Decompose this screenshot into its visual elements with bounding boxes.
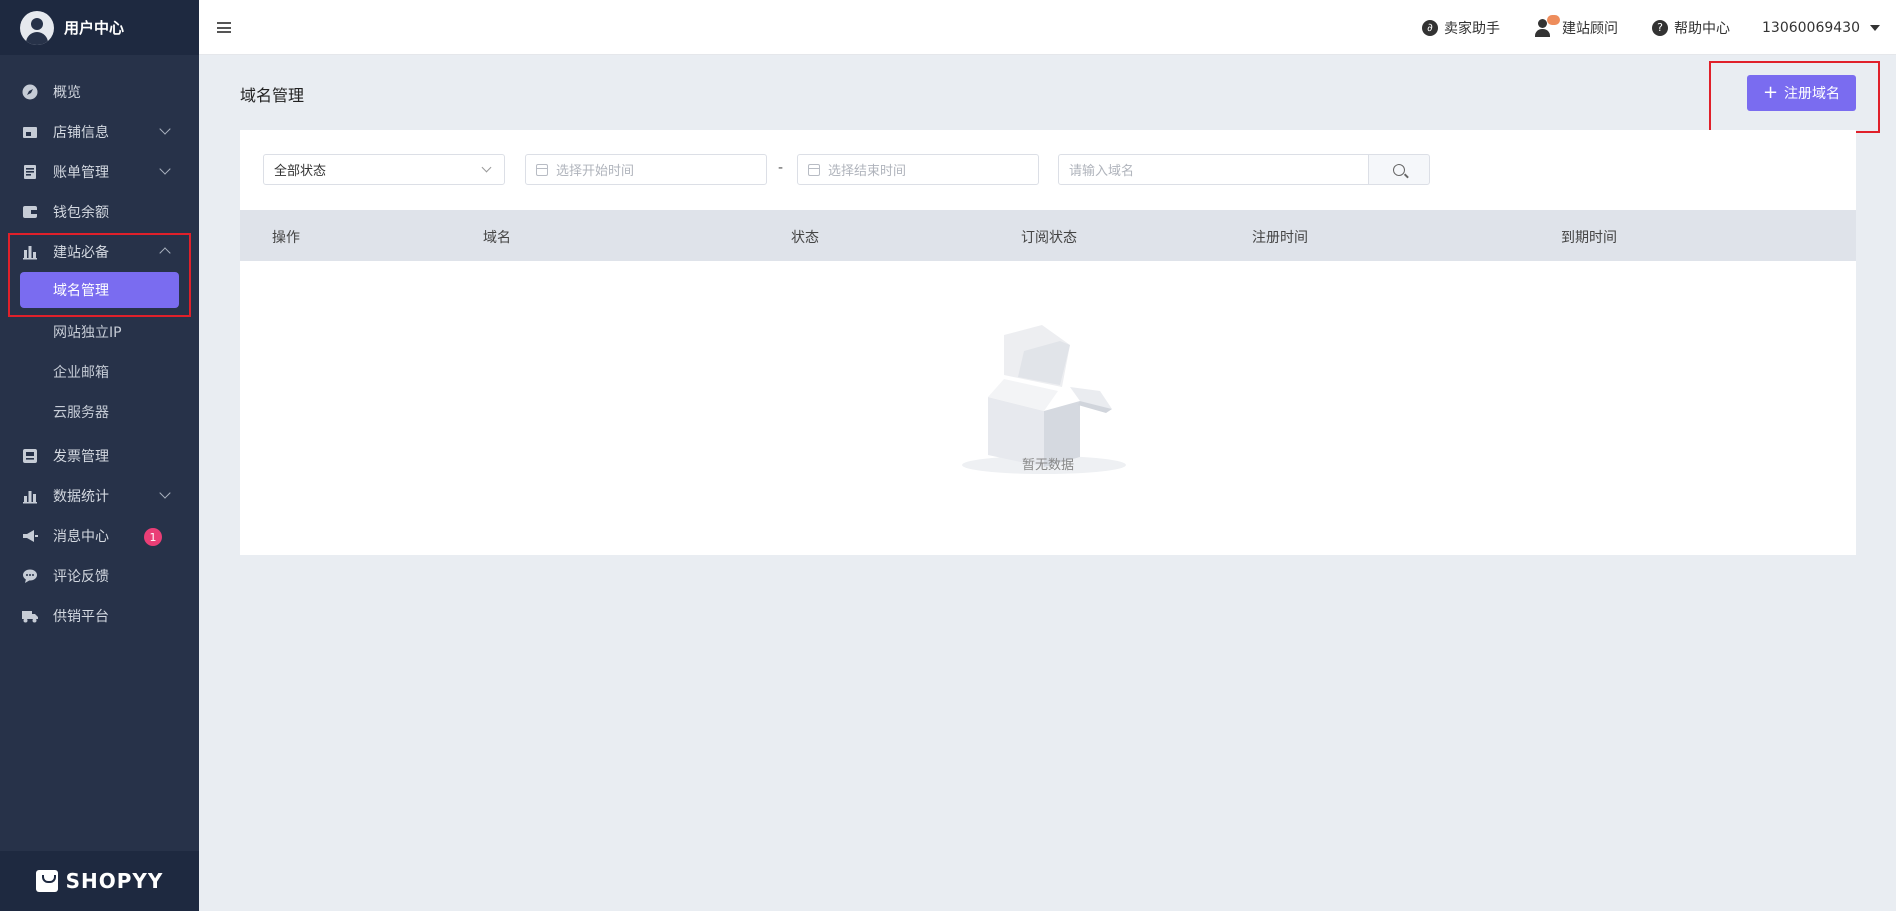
sidebar-item-enterprise-email[interactable]: 企业邮箱: [0, 352, 199, 392]
highlight-box-register: [1709, 61, 1880, 133]
domain-search-placeholder: 请输入域名: [1069, 164, 1135, 179]
store-icon: [22, 124, 38, 140]
column-header-registered-at: 注册时间: [1252, 230, 1308, 246]
sidebar-menu: 概览 店铺信息 账单管理 钱包余额 建站必备 域名管理 网站独立IP 企业邮箱: [0, 72, 199, 636]
sidebar-item-invoice[interactable]: 发票管理: [0, 436, 199, 476]
account-menu[interactable]: 13060069430: [1762, 20, 1880, 36]
help-center-label: 帮助中心: [1674, 20, 1731, 37]
site-consultant-link[interactable]: 建站顾问: [1534, 14, 1619, 38]
highlight-box-site-essentials: [8, 233, 191, 317]
sidebar-item-label: 云服务器: [53, 405, 109, 421]
caret-down-icon: [1870, 24, 1880, 31]
brand-logo[interactable]: SHOPYY: [0, 851, 199, 911]
column-header-actions: 操作: [272, 230, 300, 246]
account-name: 13060069430: [1762, 19, 1860, 36]
sidebar-item-label: 供销平台: [53, 609, 109, 625]
help-icon: ?: [1652, 19, 1669, 36]
brand-name: SHOPYY: [65, 869, 164, 893]
sidebar-item-message-center[interactable]: 消息中心 1: [0, 516, 199, 556]
chevron-down-icon: [159, 123, 171, 135]
status-select-value: 全部状态: [274, 164, 327, 179]
sidebar-item-label: 数据统计: [53, 489, 109, 505]
sidebar-item-label: 店铺信息: [53, 125, 109, 141]
sidebar-item-label: 钱包余额: [53, 205, 109, 221]
sidebar-item-data-stats[interactable]: 数据统计: [0, 476, 199, 516]
comment-icon: [22, 568, 38, 584]
megaphone-icon: [22, 528, 38, 544]
sidebar-item-comments[interactable]: 评论反馈: [0, 556, 199, 596]
top-bar-actions: ∂ 卖家助手 建站顾问 ? 帮助中心 13060069430: [1388, 0, 1880, 55]
sidebar-item-overview[interactable]: 概览: [0, 72, 199, 112]
user-center-title: 用户中心: [64, 19, 125, 37]
seller-assistant-link[interactable]: ∂ 卖家助手: [1422, 18, 1500, 38]
sidebar-item-label: 评论反馈: [53, 569, 109, 585]
sidebar-item-wallet[interactable]: 钱包余额: [0, 192, 199, 232]
page-title: 域名管理: [240, 86, 305, 105]
sidebar-item-cloud-server[interactable]: 云服务器: [0, 392, 199, 432]
unread-badge: 1: [144, 528, 162, 546]
menu-toggle-icon[interactable]: [217, 22, 231, 33]
consultant-icon: [1534, 14, 1561, 37]
start-time-picker[interactable]: 选择开始时间: [525, 154, 767, 185]
sidebar-item-label: 消息中心: [53, 529, 109, 545]
truck-icon: [22, 608, 38, 624]
sidebar-item-store-info[interactable]: 店铺信息: [0, 112, 199, 152]
stats-icon: [22, 488, 38, 504]
site-consultant-label: 建站顾问: [1562, 20, 1619, 37]
chevron-down-icon: [159, 163, 171, 175]
link-icon: ∂: [1422, 19, 1439, 36]
sidebar-item-label: 网站独立IP: [53, 325, 122, 341]
column-header-subscription-status: 订阅状态: [1021, 230, 1077, 246]
wallet-icon: [22, 204, 38, 220]
sidebar-item-supply-platform[interactable]: 供销平台: [0, 596, 199, 636]
end-time-placeholder: 选择结束时间: [828, 164, 907, 179]
column-header-status: 状态: [791, 230, 819, 246]
shopping-bag-icon: [35, 870, 58, 892]
calendar-icon: [808, 163, 820, 176]
invoice-icon: [22, 448, 38, 464]
search-button[interactable]: [1368, 154, 1430, 185]
date-range-separator: -: [778, 160, 784, 176]
sidebar: 用户中心 概览 店铺信息 账单管理 钱包余额 建站必备 域名管理 网站独立IP …: [0, 0, 199, 911]
hot-badge-icon: [1547, 14, 1561, 25]
start-time-placeholder: 选择开始时间: [556, 164, 635, 179]
search-icon: [1393, 163, 1405, 176]
column-header-expires-at: 到期时间: [1561, 230, 1617, 246]
empty-box-illustration: [962, 325, 1126, 474]
sidebar-item-label: 发票管理: [53, 449, 109, 465]
help-center-link[interactable]: ? 帮助中心: [1652, 18, 1730, 38]
sidebar-item-billing[interactable]: 账单管理: [0, 152, 199, 192]
compass-icon: [22, 84, 38, 100]
status-select[interactable]: 全部状态: [263, 154, 505, 185]
top-bar: ∂ 卖家助手 建站顾问 ? 帮助中心 13060069430: [199, 0, 1896, 55]
sidebar-item-dedicated-ip[interactable]: 网站独立IP: [0, 312, 199, 352]
column-header-domain: 域名: [483, 230, 511, 246]
chevron-down-icon: [481, 162, 492, 173]
avatar: [20, 10, 54, 45]
user-center-header[interactable]: 用户中心: [0, 0, 199, 55]
end-time-picker[interactable]: 选择结束时间: [797, 154, 1039, 185]
sidebar-item-label: 企业邮箱: [53, 365, 109, 381]
domain-search-input[interactable]: 请输入域名: [1058, 154, 1369, 185]
sidebar-item-label: 概览: [53, 85, 81, 101]
empty-state-text: 暂无数据: [1021, 458, 1074, 473]
bill-icon: [22, 164, 38, 180]
sidebar-item-label: 账单管理: [53, 165, 109, 181]
table-header: 操作 域名 状态 订阅状态 注册时间 到期时间: [240, 210, 1856, 261]
calendar-icon: [536, 163, 548, 176]
domain-list-card: 全部状态 选择开始时间 - 选择结束时间 请输入域名 操作 域名 状态 订阅状态…: [240, 130, 1856, 555]
seller-assistant-label: 卖家助手: [1444, 20, 1501, 37]
chevron-down-icon: [159, 487, 171, 499]
